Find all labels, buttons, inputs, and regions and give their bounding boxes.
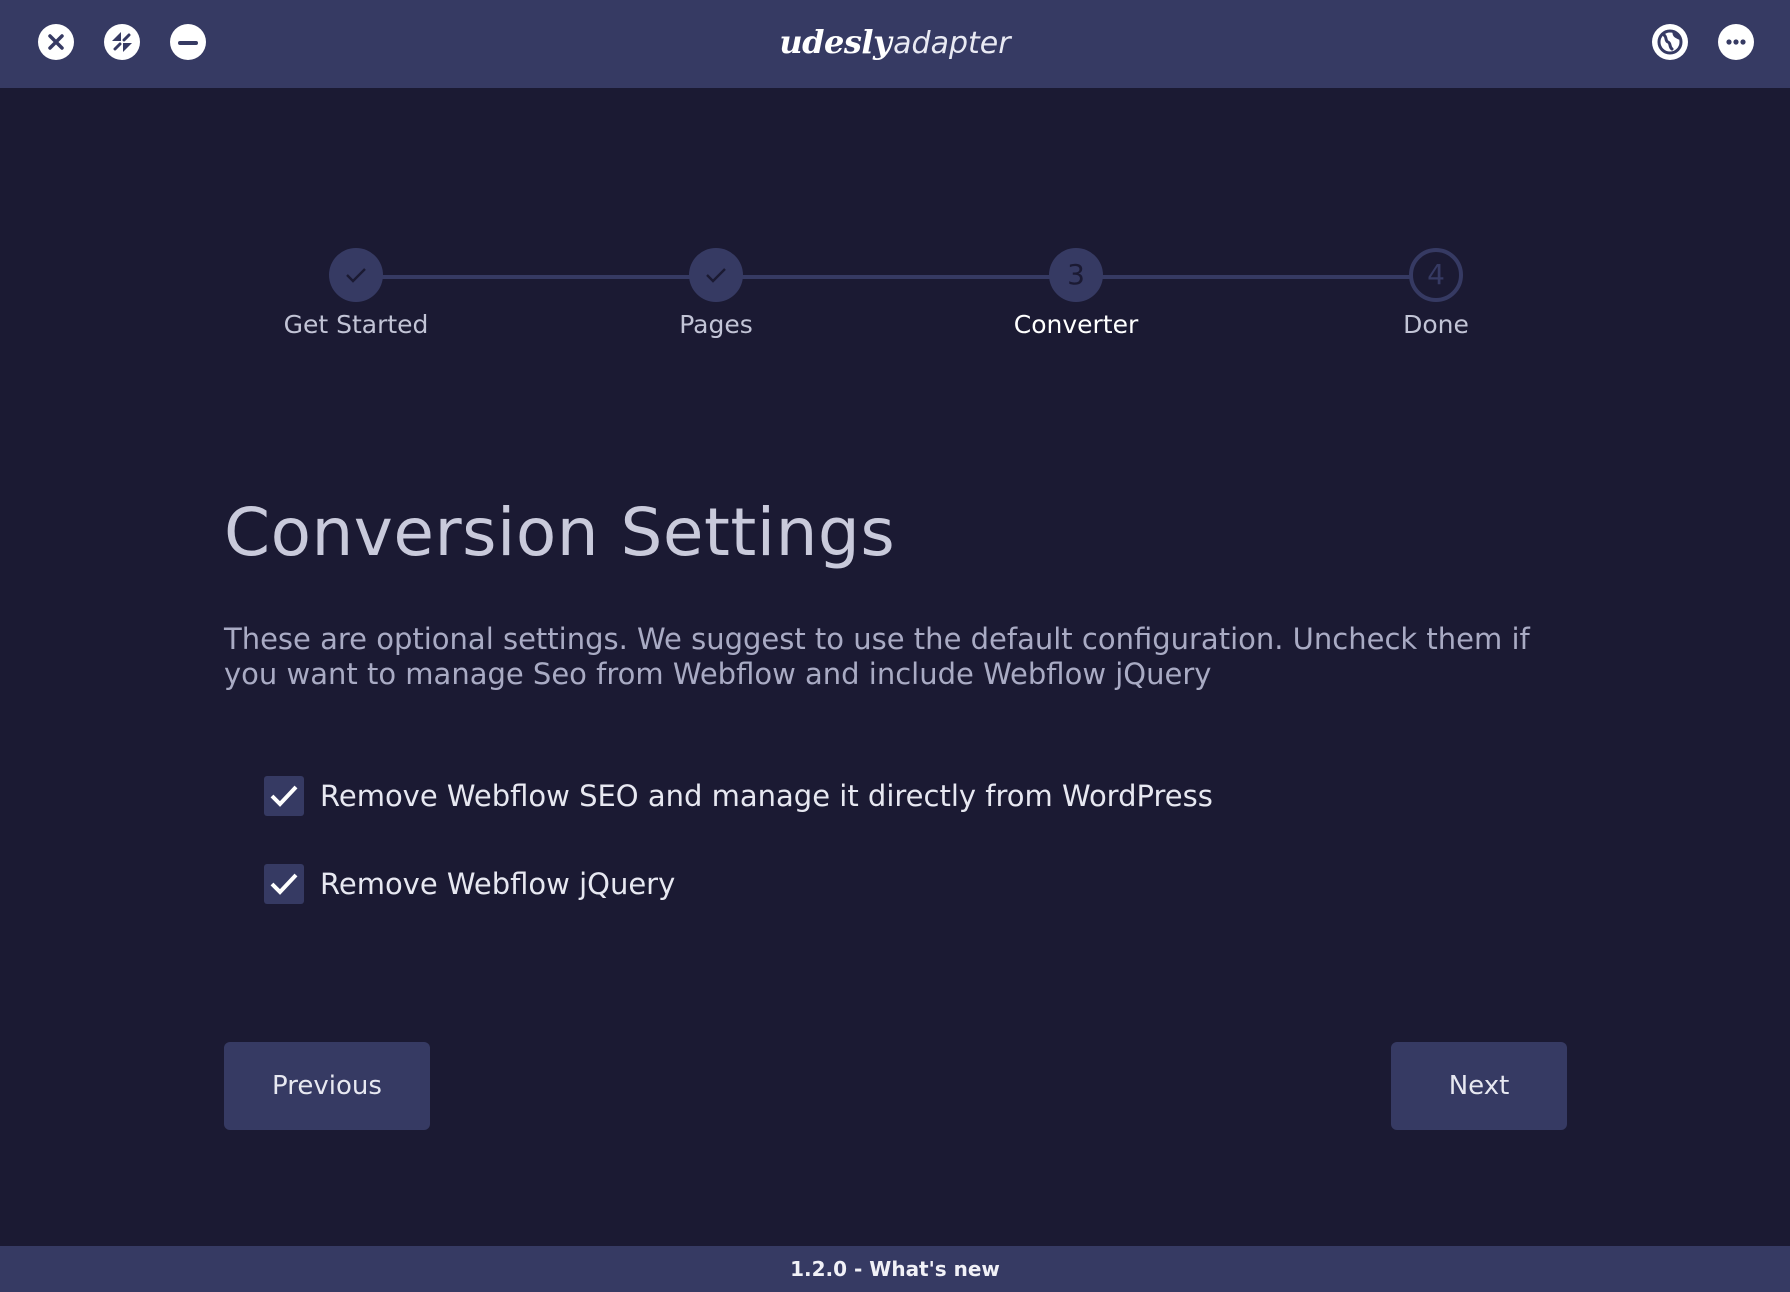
checkmark-icon [270,785,298,807]
logo-brand: udesly [779,23,892,61]
checkmark-icon [270,873,298,895]
option-label: Remove Webflow SEO and manage it directl… [320,779,1213,813]
globe-icon[interactable] [1652,24,1688,60]
step-label: Done [1403,310,1469,339]
step-label: Get Started [283,310,429,339]
step-pages[interactable]: Pages [596,248,836,339]
option-label: Remove Webflow jQuery [320,867,676,901]
step-label: Converter [1013,310,1139,339]
whats-new-link[interactable]: 1.2.0 - What's new [790,1257,1000,1281]
step-converter[interactable]: 3 Converter [956,248,1196,339]
app-logo: udeslyadapter [0,18,1790,68]
stepper-line [356,275,1436,279]
step-label: Pages [679,310,753,339]
step-done-marker [329,248,383,302]
step-number: 4 [1409,248,1463,302]
step-get-started[interactable]: Get Started [236,248,476,339]
step-done-marker [689,248,743,302]
remove-seo-checkbox[interactable] [264,776,304,816]
footer-bar: 1.2.0 - What's new [0,1246,1790,1292]
step-number: 3 [1049,248,1103,302]
check-icon [346,268,366,283]
progress-stepper: Get Started Pages 3 Converter 4 Done [0,248,1790,358]
previous-button[interactable]: Previous [224,1042,430,1130]
page-title: Conversion Settings [224,494,896,571]
remove-jquery-checkbox[interactable] [264,864,304,904]
page-description: These are optional settings. We suggest … [224,622,1530,691]
next-button[interactable]: Next [1391,1042,1567,1130]
step-done[interactable]: 4 Done [1316,248,1556,339]
check-icon [706,268,726,283]
more-icon[interactable] [1718,24,1754,60]
title-bar: udeslyadapter [0,0,1790,88]
logo-product: adapter [893,26,1011,61]
